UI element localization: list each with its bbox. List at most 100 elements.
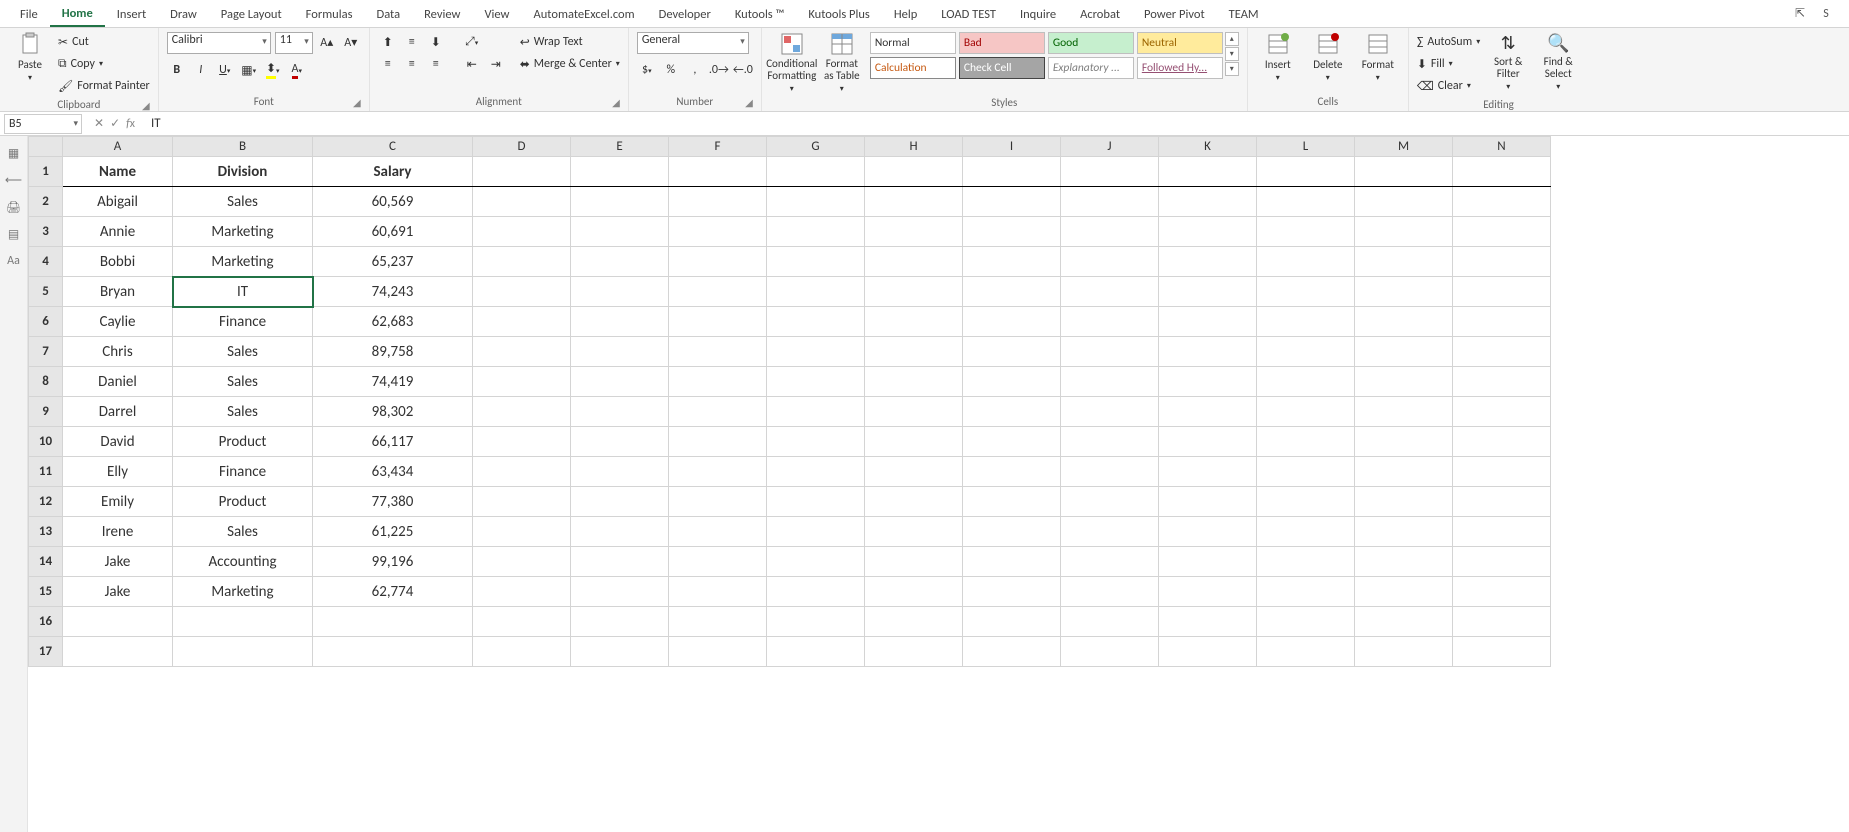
col-header-C[interactable]: C: [313, 137, 473, 157]
row-header-15[interactable]: 15: [29, 577, 63, 607]
cell-D1[interactable]: [473, 157, 571, 187]
sidetool-icon[interactable]: ⟵: [5, 173, 22, 188]
sidetool-icon[interactable]: ▦: [8, 146, 19, 161]
cell-L12[interactable]: [1257, 487, 1355, 517]
row-header-11[interactable]: 11: [29, 457, 63, 487]
cell-J9[interactable]: [1061, 397, 1159, 427]
cell-L5[interactable]: [1257, 277, 1355, 307]
cell-B7[interactable]: Sales: [173, 337, 313, 367]
style-bad[interactable]: Bad: [959, 32, 1045, 54]
cell-N1[interactable]: [1453, 157, 1551, 187]
decrease-decimal-button[interactable]: ←.0: [733, 60, 753, 80]
cell-C13[interactable]: 61,225: [313, 517, 473, 547]
cell-K10[interactable]: [1159, 427, 1257, 457]
cell-N4[interactable]: [1453, 247, 1551, 277]
cell-E14[interactable]: [571, 547, 669, 577]
cell-G2[interactable]: [767, 187, 865, 217]
cell-D10[interactable]: [473, 427, 571, 457]
cell-H3[interactable]: [865, 217, 963, 247]
cell-I10[interactable]: [963, 427, 1061, 457]
cell-M13[interactable]: [1355, 517, 1453, 547]
cell-N3[interactable]: [1453, 217, 1551, 247]
row-header-1[interactable]: 1: [29, 157, 63, 187]
cell-E13[interactable]: [571, 517, 669, 547]
underline-button[interactable]: U▾: [215, 60, 235, 80]
cell-I6[interactable]: [963, 307, 1061, 337]
tab-load-test[interactable]: LOAD TEST: [929, 1, 1008, 26]
cell-K12[interactable]: [1159, 487, 1257, 517]
cell-A9[interactable]: Darrel: [63, 397, 173, 427]
sort-filter-button[interactable]: ⇅Sort & Filter▾: [1486, 32, 1530, 92]
cell-L17[interactable]: [1257, 637, 1355, 667]
cell-A12[interactable]: Emily: [63, 487, 173, 517]
cell-G8[interactable]: [767, 367, 865, 397]
styles-scroll-down-icon[interactable]: ▾: [1225, 47, 1239, 61]
cell-B17[interactable]: [173, 637, 313, 667]
fill-button[interactable]: ⬇Fill▾: [1417, 54, 1480, 74]
cell-H13[interactable]: [865, 517, 963, 547]
cell-G1[interactable]: [767, 157, 865, 187]
cell-N15[interactable]: [1453, 577, 1551, 607]
cell-B12[interactable]: Product: [173, 487, 313, 517]
cell-I3[interactable]: [963, 217, 1061, 247]
cell-E16[interactable]: [571, 607, 669, 637]
fill-color-button[interactable]: ⬍▾: [263, 60, 283, 80]
cell-F15[interactable]: [669, 577, 767, 607]
tab-kutools-plus[interactable]: Kutools Plus: [796, 1, 881, 26]
tab-review[interactable]: Review: [412, 1, 472, 26]
cell-N8[interactable]: [1453, 367, 1551, 397]
cell-A7[interactable]: Chris: [63, 337, 173, 367]
cell-F14[interactable]: [669, 547, 767, 577]
cell-I5[interactable]: [963, 277, 1061, 307]
wrap-text-button[interactable]: ↩Wrap Text: [520, 32, 620, 52]
cell-J2[interactable]: [1061, 187, 1159, 217]
cell-J6[interactable]: [1061, 307, 1159, 337]
decrease-indent-button[interactable]: ⇤: [462, 54, 482, 74]
cell-M6[interactable]: [1355, 307, 1453, 337]
cell-A8[interactable]: Daniel: [63, 367, 173, 397]
number-launcher-icon[interactable]: ◢: [745, 96, 753, 109]
format-as-table-button[interactable]: Format as Table▾: [820, 32, 864, 94]
align-right-button[interactable]: ≡: [426, 54, 446, 74]
cell-C10[interactable]: 66,117: [313, 427, 473, 457]
cell-K5[interactable]: [1159, 277, 1257, 307]
cell-F9[interactable]: [669, 397, 767, 427]
cell-G13[interactable]: [767, 517, 865, 547]
row-header-5[interactable]: 5: [29, 277, 63, 307]
cell-L3[interactable]: [1257, 217, 1355, 247]
cell-M11[interactable]: [1355, 457, 1453, 487]
merge-center-button[interactable]: ⬌Merge & Center▾: [520, 54, 620, 74]
cell-B4[interactable]: Marketing: [173, 247, 313, 277]
cell-A4[interactable]: Bobbi: [63, 247, 173, 277]
cell-J16[interactable]: [1061, 607, 1159, 637]
align-center-button[interactable]: ≡: [402, 54, 422, 74]
cell-E6[interactable]: [571, 307, 669, 337]
cell-E7[interactable]: [571, 337, 669, 367]
cell-K14[interactable]: [1159, 547, 1257, 577]
bold-button[interactable]: B: [167, 60, 187, 80]
cell-A2[interactable]: Abigail: [63, 187, 173, 217]
cell-J12[interactable]: [1061, 487, 1159, 517]
cell-L9[interactable]: [1257, 397, 1355, 427]
style-normal[interactable]: Normal: [870, 32, 956, 54]
cell-E8[interactable]: [571, 367, 669, 397]
formula-input[interactable]: IT: [145, 116, 1849, 131]
cell-D11[interactable]: [473, 457, 571, 487]
cell-I4[interactable]: [963, 247, 1061, 277]
cell-C12[interactable]: 77,380: [313, 487, 473, 517]
cell-H10[interactable]: [865, 427, 963, 457]
cell-styles-gallery[interactable]: Normal Bad Good Neutral Calculation Chec…: [870, 32, 1223, 79]
font-size-select[interactable]: 11: [275, 32, 313, 54]
cell-I9[interactable]: [963, 397, 1061, 427]
font-color-button[interactable]: A▾: [287, 60, 307, 80]
cell-J13[interactable]: [1061, 517, 1159, 547]
tab-automateexcel-com[interactable]: AutomateExcel.com: [522, 1, 647, 26]
row-header-12[interactable]: 12: [29, 487, 63, 517]
alignment-launcher-icon[interactable]: ◢: [612, 96, 620, 109]
cell-J11[interactable]: [1061, 457, 1159, 487]
cell-C15[interactable]: 62,774: [313, 577, 473, 607]
align-bottom-button[interactable]: ⬇: [426, 32, 446, 52]
increase-indent-button[interactable]: ⇥: [486, 54, 506, 74]
cell-G11[interactable]: [767, 457, 865, 487]
cell-B14[interactable]: Accounting: [173, 547, 313, 577]
